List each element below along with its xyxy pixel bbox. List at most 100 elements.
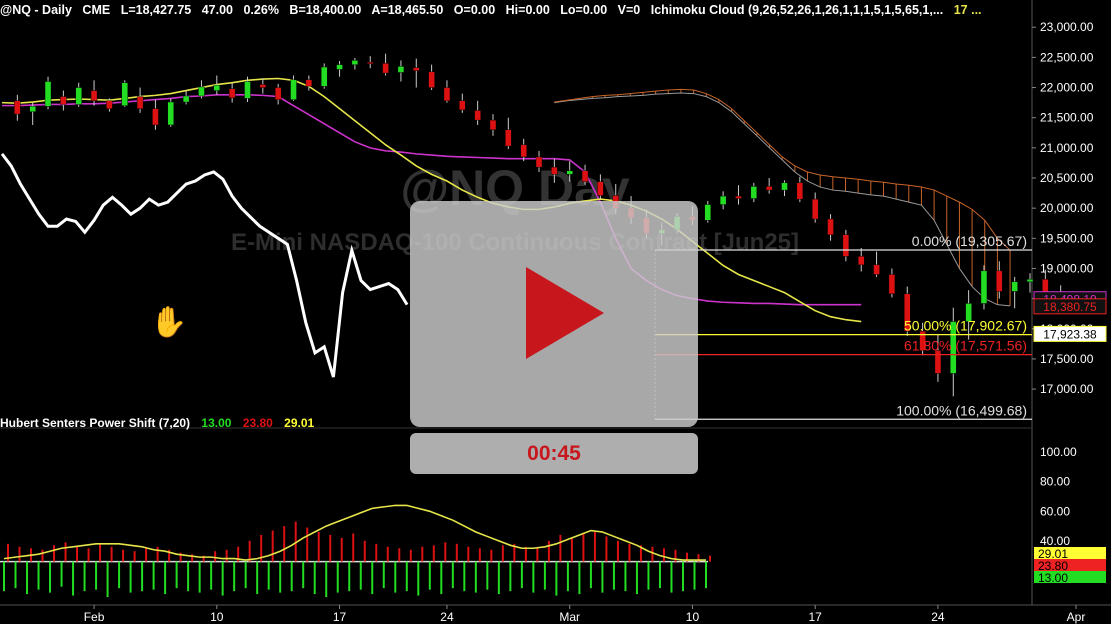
- candle-down: [443, 87, 451, 102]
- candle-up: [290, 79, 297, 100]
- price-tag-label: 18,380.75: [1043, 300, 1097, 314]
- time-tick-label: 10: [686, 610, 700, 624]
- candle-down: [765, 186, 773, 191]
- indicator-value-2: 23.80: [242, 416, 273, 430]
- candle-down: [873, 264, 880, 275]
- candle-up: [44, 81, 52, 107]
- indicator-header: Hubert Senters Power Shift (7,20) 13.00 …: [0, 416, 322, 430]
- play-icon[interactable]: [526, 267, 604, 359]
- time-tick-label: 17: [809, 610, 823, 624]
- candle-up: [182, 95, 190, 103]
- low-price: Lo=0.00: [560, 3, 608, 17]
- time-tick-label: 24: [440, 610, 454, 624]
- price-tick-label: 21,500.00: [1040, 111, 1094, 125]
- candle-down: [367, 62, 374, 64]
- candle-down: [888, 274, 896, 294]
- time-tick-label: Feb: [84, 610, 105, 624]
- price-tick-label: 19,500.00: [1040, 231, 1094, 245]
- price-tick-label: 17,000.00: [1040, 382, 1094, 396]
- candle-down: [520, 144, 527, 158]
- study-extra: 17 ...: [953, 3, 982, 17]
- candle-down: [735, 195, 742, 199]
- candle-up: [167, 101, 174, 126]
- candle-up: [704, 204, 711, 221]
- candle-down: [382, 63, 389, 74]
- candle-up: [121, 82, 128, 106]
- chart-header: @NQ - Daily CME L=18,427.75 47.00 0.26% …: [0, 3, 989, 23]
- candle-up: [336, 64, 343, 70]
- candle-up: [321, 66, 328, 87]
- price-tick-label: 23,000.00: [1040, 20, 1094, 34]
- change-value: 47.00: [201, 3, 233, 17]
- candle-down: [228, 88, 236, 98]
- candle-down: [259, 84, 267, 88]
- volume-value: V=0: [617, 3, 641, 17]
- time-tick-label: 24: [931, 610, 945, 624]
- candle-down: [551, 166, 558, 175]
- fib-level-label: 61.80% (17,571.56): [904, 338, 1027, 354]
- time-tick-label: Mar: [559, 610, 580, 624]
- candle-down: [535, 156, 543, 168]
- exchange-label: CME: [82, 3, 111, 17]
- candle-down: [474, 110, 481, 121]
- fib-level-label: 100.00% (16,499.68): [896, 402, 1027, 418]
- price-tag: 17,923.38: [1033, 325, 1107, 342]
- candle-up: [566, 170, 573, 175]
- candle-down: [842, 234, 850, 257]
- candle-up: [980, 270, 988, 304]
- price-tick-label: 17,500.00: [1040, 352, 1094, 366]
- candle-up: [198, 86, 205, 97]
- indicator-tag: 13.00: [1034, 571, 1106, 585]
- candle-up: [244, 81, 251, 99]
- candle-down: [811, 198, 819, 220]
- candle-down: [106, 100, 113, 109]
- price-tag-label: 17,923.38: [1043, 327, 1097, 341]
- bid-price: B=18,400.00: [289, 3, 362, 17]
- price-tick-label: 20,500.00: [1040, 171, 1094, 185]
- indicator-tick-label: 80.00: [1040, 475, 1070, 489]
- candle-up: [719, 195, 727, 205]
- indicator-tick-label: 100.00: [1040, 445, 1077, 459]
- candle-down: [489, 119, 497, 130]
- candle-up: [213, 84, 221, 91]
- price-tick-label: 20,000.00: [1040, 201, 1094, 215]
- candle-down: [934, 350, 942, 374]
- candle-down: [152, 108, 159, 126]
- last-price: L=18,427.75: [120, 3, 192, 17]
- time-tick-label: 17: [333, 610, 347, 624]
- symbol-label[interactable]: @NQ - Daily: [0, 3, 72, 17]
- indicator-tag-label: 13.00: [1038, 571, 1068, 585]
- candle-down: [60, 96, 67, 105]
- candle-up: [397, 66, 405, 73]
- indicator-name[interactable]: Hubert Senters Power Shift (7,20): [0, 416, 190, 430]
- candle-up: [781, 182, 788, 191]
- candle-up: [1011, 281, 1018, 292]
- candle-down: [827, 218, 834, 235]
- candle-down: [428, 71, 435, 88]
- candle-up: [29, 106, 36, 112]
- candle-down: [90, 90, 98, 102]
- candle-down: [305, 79, 313, 87]
- candle-up: [351, 60, 359, 65]
- candle-down: [581, 170, 589, 182]
- candle-down: [505, 129, 512, 147]
- candle-down: [459, 100, 466, 111]
- ask-price: A=18,465.50: [371, 3, 444, 17]
- indicator-value-1: 13.00: [201, 416, 232, 430]
- time-tick-label: 10: [210, 610, 224, 624]
- high-price: Hi=0.00: [505, 3, 550, 17]
- video-overlay[interactable]: [410, 201, 698, 427]
- study-label[interactable]: Ichimoku Cloud (9,26,52,26,1,26,1,1,1,5,…: [651, 3, 944, 17]
- candle-down: [858, 256, 865, 266]
- candle-up: [1026, 279, 1034, 282]
- price-tick-label: 22,000.00: [1040, 81, 1094, 95]
- indicator-value-3: 29.01: [284, 416, 315, 430]
- price-tick-label: 19,000.00: [1040, 261, 1094, 275]
- price-tag: 18,380.75: [1033, 298, 1107, 315]
- candle-up: [75, 87, 82, 105]
- candle-down: [796, 182, 804, 200]
- change-pct: 0.26%: [243, 3, 279, 17]
- open-price: O=0.00: [453, 3, 496, 17]
- candle-down: [14, 100, 21, 115]
- indicator-tick-label: 40.00: [1040, 534, 1070, 548]
